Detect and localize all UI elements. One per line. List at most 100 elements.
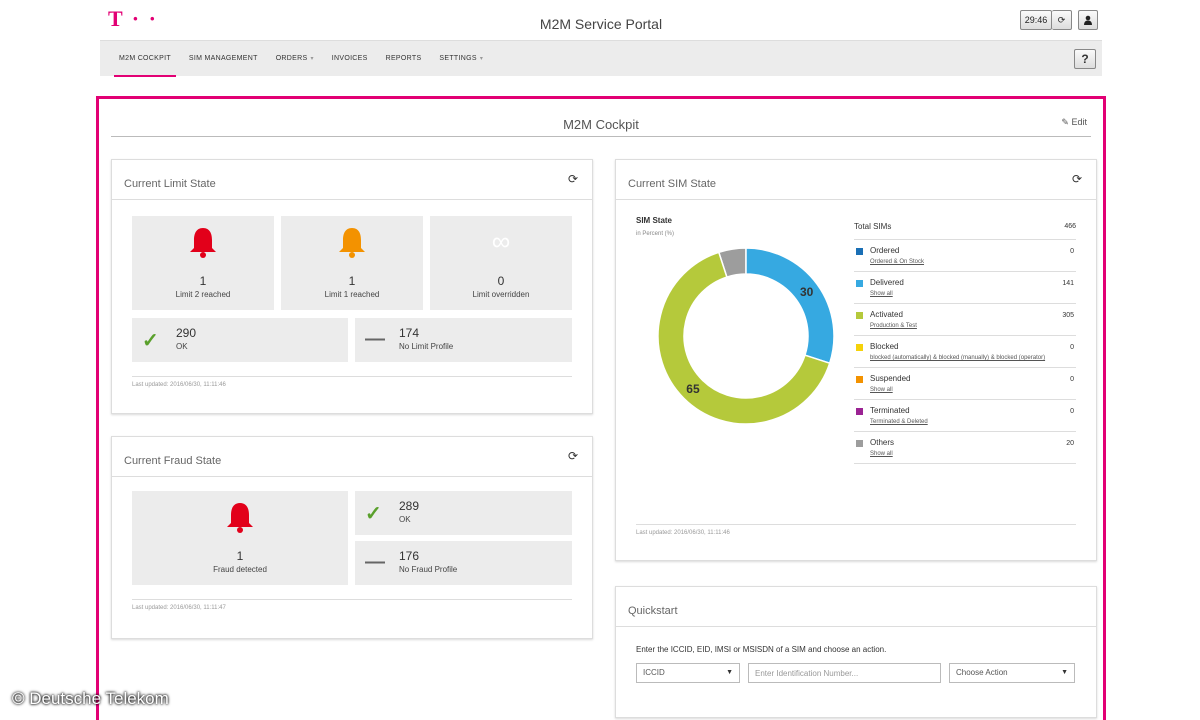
bell-icon <box>339 228 365 258</box>
limit1-count: 1 <box>348 274 356 288</box>
donut-label-activated: 65 <box>686 382 700 396</box>
legend-item-suspended: Suspended 0 Show all <box>854 368 1076 400</box>
legend-swatch <box>856 248 863 255</box>
choose-action-select[interactable]: Choose Action ▼ <box>949 663 1075 683</box>
chevron-down-icon: ▾ <box>479 56 484 62</box>
nav-settings[interactable]: SETTINGS ▾ <box>430 41 492 77</box>
legend-item-blocked: Blocked 0 blocked (automatically) & blocke… <box>854 336 1076 368</box>
fraud-detected-tile[interactable]: 1 Fraud detected <box>132 491 348 585</box>
nav-invoices[interactable]: INVOICES <box>323 41 377 77</box>
nav-reports[interactable]: REPORTS <box>377 41 431 77</box>
no-limit-profile-tile[interactable]: — 174 No Limit Profile <box>355 318 572 362</box>
panel-title: Current Fraud State <box>124 455 222 467</box>
user-icon <box>1084 15 1092 25</box>
limit2-count: 1 <box>199 274 207 288</box>
no-fraud-profile-tile[interactable]: — 176 No Fraud Profile <box>355 541 572 585</box>
legend-swatch <box>856 280 863 287</box>
overridden-count: 0 <box>497 274 505 288</box>
panel-title: Current SIM State <box>628 178 717 190</box>
total-sims-label: Total SIMs <box>854 222 892 231</box>
no-fraud-profile-count: 176 <box>399 549 420 563</box>
sim-state-panel: Current SIM State ⟳ SIM State in Percent… <box>615 159 1097 561</box>
legend-links[interactable]: Ordered & On Stock <box>870 258 1076 266</box>
donut-slice-delivered[interactable] <box>745 247 835 365</box>
refresh-icon[interactable]: ⟳ <box>1072 172 1082 186</box>
dash-icon: — <box>365 551 385 573</box>
limit2-tile[interactable]: 1 Limit 2 reached <box>132 216 274 310</box>
app-title: M2M Service Portal <box>539 16 663 32</box>
no-limit-profile-count: 174 <box>399 326 420 340</box>
id-type-select[interactable]: ICCID ▼ <box>636 663 740 683</box>
checkmark-icon: ✓ <box>365 503 382 525</box>
edit-label: Edit <box>1071 117 1087 127</box>
panel-title: Quickstart <box>628 605 678 617</box>
bell-icon <box>227 503 253 533</box>
limit1-tile[interactable]: 1 Limit 1 reached <box>281 216 423 310</box>
total-sims-value: 466 <box>1064 223 1076 230</box>
help-button[interactable]: ? <box>1074 49 1096 69</box>
legend-value: 0 <box>1070 408 1074 415</box>
sim-last-updated: Last updated: 2016/06/30, 11:11:46 <box>636 530 730 536</box>
legend-item-ordered: Ordered 0 Ordered & On Stock <box>854 240 1076 272</box>
legend-links[interactable]: Production & Test <box>870 322 1076 330</box>
legend-item-delivered: Delivered 141 Show all <box>854 272 1076 304</box>
session-timer: 29:46 <box>1020 10 1052 30</box>
no-fraud-profile-label: No Fraud Profile <box>399 565 458 574</box>
overridden-label: Limit overridden <box>472 290 530 299</box>
nav-settings-label: SETTINGS <box>439 55 477 62</box>
identification-number-input[interactable] <box>748 663 941 683</box>
refresh-icon[interactable]: ⟳ <box>568 449 578 463</box>
cockpit-header: M2M Cockpit ✎ Edit <box>111 113 1091 137</box>
nav-m2m-cockpit[interactable]: M2M COCKPIT <box>110 41 180 77</box>
fraud-detected-label: Fraud detected <box>213 565 267 574</box>
panel-title: Current Limit State <box>124 178 216 190</box>
checkmark-icon: ✓ <box>142 330 159 352</box>
legend-label: Activated <box>870 310 903 319</box>
legend-value: 20 <box>1066 440 1074 447</box>
refresh-session-button[interactable]: ⟳ <box>1052 10 1072 30</box>
legend-links[interactable]: Show all <box>870 290 1076 298</box>
quickstart-panel: Quickstart Enter the ICCID, EID, IMSI or… <box>615 586 1097 718</box>
limit-state-panel: Current Limit State ⟳ 1 Limit 2 reached … <box>111 159 593 414</box>
limit2-label: Limit 2 reached <box>175 290 231 299</box>
nav-orders-label: ORDERS <box>275 55 308 62</box>
page-title: M2M Cockpit <box>563 117 639 132</box>
refresh-icon[interactable]: ⟳ <box>568 172 578 186</box>
legend-item-activated: Activated 305 Production & Test <box>854 304 1076 336</box>
quickstart-instruction: Enter the ICCID, EID, IMSI or MSISDN of … <box>636 645 887 654</box>
legend-links[interactable]: Show all <box>870 386 1076 394</box>
fraud-ok-tile[interactable]: ✓ 289 OK <box>355 491 572 535</box>
legend-label: Suspended <box>870 374 911 383</box>
legend-value: 141 <box>1062 280 1074 287</box>
fraud-last-updated: Last updated: 2016/06/30, 11:11:47 <box>132 605 226 611</box>
legend-links[interactable]: Terminated & Deleted <box>870 418 1076 426</box>
legend-swatch <box>856 344 863 351</box>
legend-value: 0 <box>1070 376 1074 383</box>
chart-subtitle: in Percent (%) <box>636 231 675 237</box>
copyright-watermark: © Deutsche Telekom <box>12 689 169 708</box>
legend-links[interactable]: Show all <box>870 450 1076 458</box>
legend-value: 0 <box>1070 344 1074 351</box>
nav-orders[interactable]: ORDERS ▾ <box>267 41 323 77</box>
legend-links[interactable]: blocked (automatically) & blocked (manua… <box>870 354 1076 362</box>
legend-swatch <box>856 376 863 383</box>
limit-ok-label: OK <box>176 342 188 351</box>
chevron-down-icon: ▼ <box>726 669 733 676</box>
legend-item-others: Others 20 Show all <box>854 432 1076 464</box>
main-nav: M2M COCKPIT SIM MANAGEMENT ORDERS ▾ INVOI… <box>100 40 1102 77</box>
legend-label: Blocked <box>870 342 899 351</box>
legend-swatch <box>856 408 863 415</box>
edit-button[interactable]: ✎ Edit <box>1061 117 1087 128</box>
pencil-icon: ✎ <box>1061 117 1069 127</box>
chart-title: SIM State <box>636 216 673 225</box>
limit-ok-tile[interactable]: ✓ 290 OK <box>132 318 348 362</box>
refresh-icon: ⟳ <box>1057 14 1066 25</box>
limit1-label: Limit 1 reached <box>324 290 380 299</box>
chevron-down-icon: ▾ <box>310 56 314 62</box>
overridden-tile[interactable]: ∞ 0 Limit overridden <box>430 216 572 310</box>
user-button[interactable] <box>1078 10 1098 30</box>
legend-swatch <box>856 312 863 319</box>
header-controls: 29:46 ⟳ <box>1020 10 1098 30</box>
nav-sim-management[interactable]: SIM MANAGEMENT <box>180 41 267 77</box>
no-limit-profile-label: No Limit Profile <box>399 342 454 351</box>
